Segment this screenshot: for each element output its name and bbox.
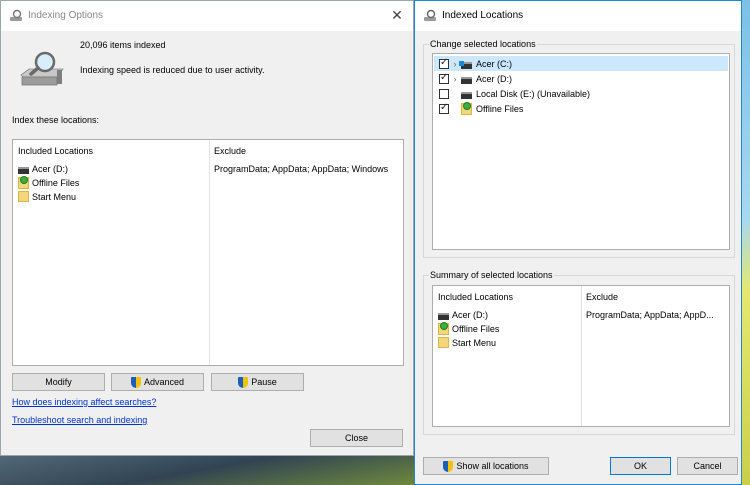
title-bar[interactable]: Indexed Locations [415, 1, 741, 31]
pause-button-label: Pause [251, 377, 277, 387]
window-title: Indexed Locations [442, 10, 524, 21]
column-header-exclude: Exclude [586, 292, 619, 302]
column-header-included: Included Locations [18, 146, 94, 156]
column-header-included: Included Locations [438, 292, 514, 302]
window-title: Indexing Options [28, 10, 104, 21]
location-name: Start Menu [452, 337, 497, 348]
table-row[interactable]: Offline Files [438, 321, 500, 335]
change-locations-label: Change selected locations [429, 39, 537, 49]
table-row[interactable]: Acer (D:) [18, 162, 68, 175]
checkbox[interactable] [439, 57, 449, 69]
column-separator [581, 286, 582, 426]
location-name: Acer (D:) [452, 309, 488, 320]
location-name: Offline Files [452, 323, 500, 334]
desktop-background [0, 452, 420, 485]
drive-icon [461, 91, 472, 99]
table-row[interactable]: Start Menu [438, 336, 496, 349]
windows-drive-icon [459, 60, 472, 69]
title-bar[interactable]: Indexing Options ✕ [1, 1, 413, 31]
index-locations-label: Index these locations: [12, 115, 100, 125]
indexing-magnifier-icon [20, 51, 64, 86]
tree-item-offline-files[interactable]: Offline Files [434, 101, 728, 116]
close-icon[interactable]: ✕ [389, 6, 405, 24]
offline-files-icon [461, 101, 472, 115]
offline-files-icon [438, 321, 449, 335]
indexing-options-window: Indexing Options ✕ 20,096 items indexed … [0, 0, 414, 456]
location-name: Acer (D:) [32, 163, 68, 174]
checkbox[interactable] [439, 72, 449, 84]
summary-label: Summary of selected locations [429, 270, 554, 280]
tree-item-label: Offline Files [476, 103, 524, 114]
troubleshoot-link[interactable]: Troubleshoot search and indexing [12, 415, 147, 425]
cancel-button[interactable]: Cancel [677, 457, 738, 475]
uac-shield-icon [443, 460, 454, 472]
desktop-background-edge [742, 0, 750, 485]
tree-item-acer-c[interactable]: › Acer (C:) [434, 56, 728, 71]
table-row[interactable]: Offline Files [18, 175, 80, 189]
indexed-locations-window: Indexed Locations Change selected locati… [414, 0, 742, 485]
cancel-button-label: Cancel [693, 461, 722, 471]
folder-icon [438, 337, 449, 348]
ok-button-label: OK [633, 461, 647, 471]
uac-shield-icon [130, 376, 141, 388]
checkbox[interactable] [439, 88, 449, 99]
tree-item-label: Acer (D:) [476, 73, 512, 84]
advanced-button-label: Advanced [143, 377, 185, 387]
indexing-status-message: Indexing speed is reduced due to user ac… [80, 65, 265, 75]
indexing-icon [424, 9, 436, 21]
drive-icon [438, 312, 449, 320]
tree-item-label: Acer (C:) [476, 58, 512, 69]
tree-item-local-disk-e[interactable]: Local Disk (E:) (Unavailable) [434, 86, 728, 101]
items-indexed-count: 20,096 items indexed [80, 40, 166, 50]
pause-button[interactable]: Pause [211, 373, 304, 391]
how-indexing-link[interactable]: How does indexing affect searches? [12, 397, 156, 407]
tree-item-label: Local Disk (E:) (Unavailable) [476, 88, 591, 99]
included-locations-table: Included Locations Exclude Acer (D:) Pro… [12, 139, 404, 366]
exclude-value: ProgramData; AppData; AppData; Windows [214, 163, 389, 174]
exclude-value: ProgramData; AppData; AppD... [586, 309, 714, 320]
modify-button[interactable]: Modify [12, 373, 105, 391]
column-separator [209, 140, 210, 365]
column-header-exclude: Exclude [214, 146, 247, 156]
show-all-locations-button[interactable]: Show all locations [423, 457, 549, 475]
checkbox[interactable] [439, 102, 449, 114]
show-all-button-label: Show all locations [456, 461, 529, 471]
offline-files-icon [18, 175, 29, 189]
advanced-button[interactable]: Advanced [111, 373, 204, 391]
summary-table: Included Locations Exclude Acer (D:) Pro… [432, 285, 730, 427]
drive-icon [18, 166, 29, 174]
modify-button-label: Modify [45, 377, 72, 387]
tree-item-acer-d[interactable]: › Acer (D:) [434, 71, 728, 86]
table-row[interactable]: Start Menu [18, 190, 76, 203]
table-row[interactable]: Acer (D:) [438, 308, 488, 321]
close-button-label: Close [344, 433, 368, 443]
location-name: Offline Files [32, 177, 80, 188]
uac-shield-icon [238, 376, 249, 388]
chevron-right-icon[interactable]: › [449, 74, 461, 84]
drive-icon [461, 76, 472, 84]
location-tree: › Acer (C:) › Acer (D:) Local Disk (E:) … [432, 53, 730, 250]
folder-icon [18, 191, 29, 202]
indexing-icon [10, 9, 22, 21]
ok-button[interactable]: OK [610, 457, 671, 475]
close-button[interactable]: Close [310, 429, 403, 447]
location-name: Start Menu [32, 191, 77, 202]
